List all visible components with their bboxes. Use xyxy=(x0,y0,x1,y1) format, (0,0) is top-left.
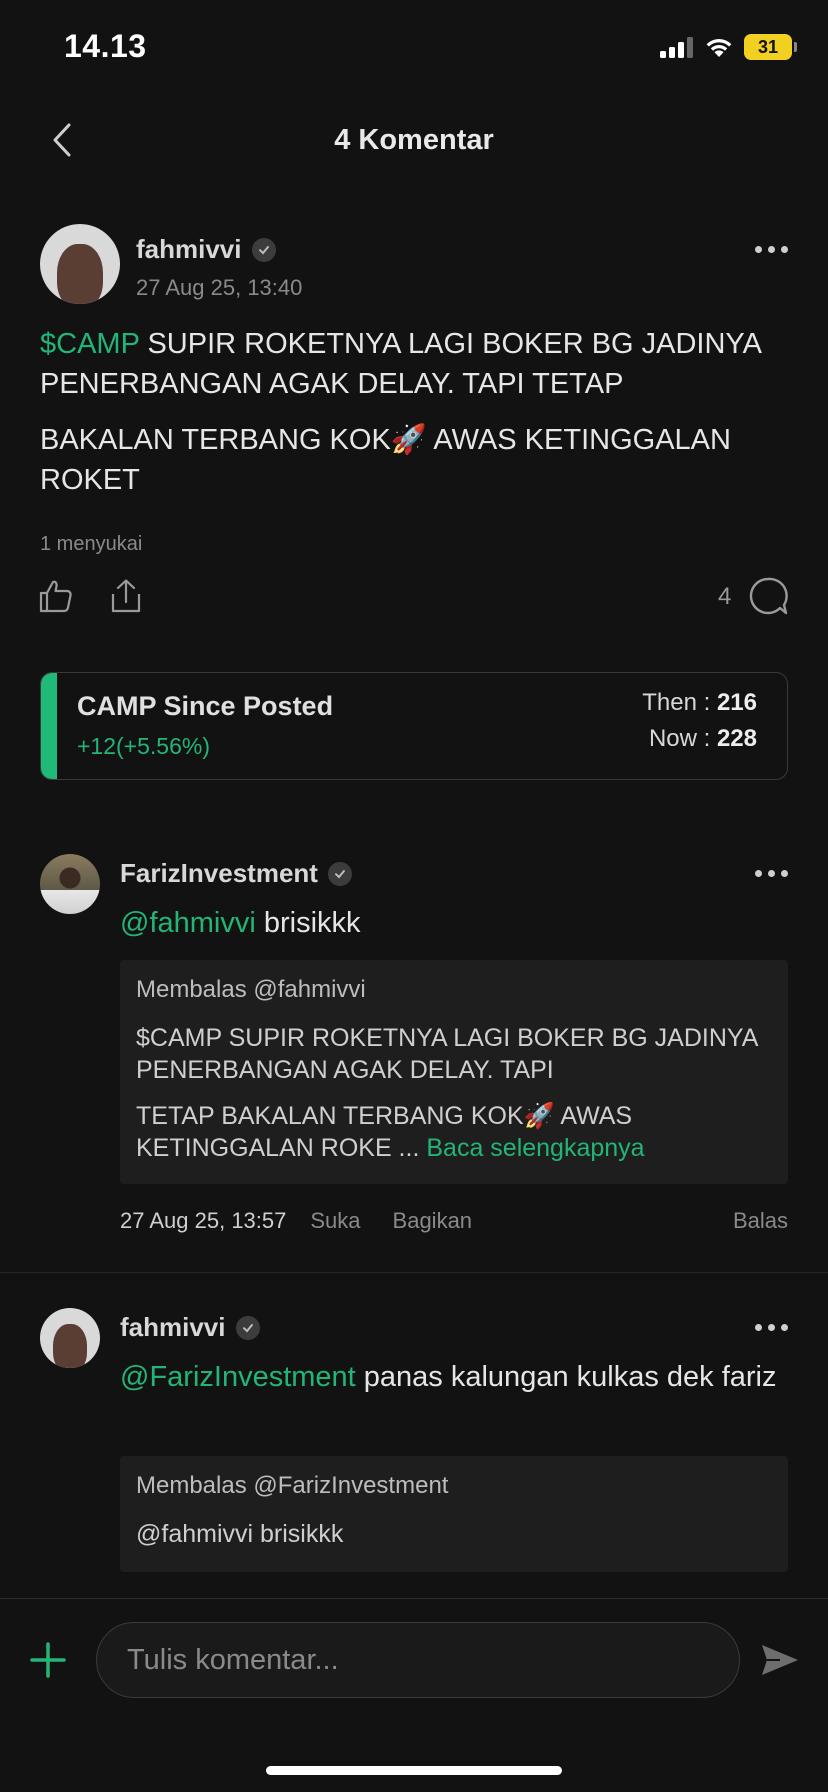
post-timestamp: 27 Aug 25, 13:40 xyxy=(136,275,303,300)
status-time: 14.13 xyxy=(64,28,147,64)
post-author-name: fahmivvi xyxy=(136,234,242,264)
wifi-icon xyxy=(706,39,732,57)
post-more-button[interactable] xyxy=(755,246,788,253)
quote-paragraph: $CAMP SUPIR ROKETNYA LAGI BOKER BG JADIN… xyxy=(136,1024,758,1084)
price-since-posted-card[interactable]: CAMP Since Posted +12(+5.56%) Then : 216… xyxy=(40,672,788,780)
read-more-link[interactable]: Baca selengkapnya xyxy=(426,1134,644,1162)
dot xyxy=(755,246,762,253)
comment-count: 4 xyxy=(718,583,732,610)
avatar[interactable] xyxy=(40,224,120,304)
reply-quote[interactable]: Membalas @fahmivvi $CAMP SUPIR ROKETNYA … xyxy=(120,960,788,1184)
share-button[interactable] xyxy=(106,576,146,616)
page-title: 4 Komentar xyxy=(334,124,494,156)
add-attachment-button[interactable] xyxy=(26,1638,70,1682)
post-text: $CAMP SUPIR ROKETNYA LAGI BOKER BG JADIN… xyxy=(40,324,800,516)
quote-paragraph: @fahmivvi brisikkk xyxy=(136,1520,344,1548)
quote-paragraph: TETAP BAKALAN TERBANG KOK🚀 AWAS KETINGGA… xyxy=(136,1100,772,1164)
card-title: CAMP Since Posted xyxy=(77,691,334,721)
mention-link[interactable]: @FarizInvestment xyxy=(120,1361,356,1393)
reply-quote-text: @fahmivvi brisikkk xyxy=(136,1518,772,1550)
dot xyxy=(781,1324,788,1331)
likes-count[interactable]: 1 menyukai xyxy=(40,533,142,556)
comment-more-button[interactable] xyxy=(755,870,788,877)
mention-link[interactable]: @fahmivvi xyxy=(120,907,256,939)
post-author[interactable]: fahmivvi xyxy=(136,234,276,265)
comment-text-rest: brisikkk xyxy=(255,907,361,939)
comment-text: @FarizInvestment panas kalungan kulkas d… xyxy=(120,1356,790,1398)
plus-icon xyxy=(30,1642,66,1678)
comment-text: @fahmivvi brisikkk xyxy=(120,902,790,944)
now-label: Now : xyxy=(648,725,717,752)
reply-quote-label: Membalas @fahmivvi xyxy=(136,976,366,1003)
comment-input[interactable]: Tulis komentar... xyxy=(96,1622,740,1698)
post-paragraph: $CAMP SUPIR ROKETNYA LAGI BOKER BG JADIN… xyxy=(40,324,800,404)
ticker-link[interactable]: $CAMP xyxy=(40,328,139,360)
comment-author-name: fahmivvi xyxy=(120,1312,226,1342)
then-value: 216 xyxy=(716,689,757,716)
avatar-figure xyxy=(57,244,103,304)
post-paragraph: BAKALAN TERBANG KOK🚀 AWAS KETINGGALAN RO… xyxy=(40,424,731,496)
post-text-line: SUPIR ROKETNYA LAGI BOKER BG JADINYA PEN… xyxy=(40,328,761,400)
comment-author[interactable]: FarizInvestment xyxy=(120,858,352,889)
comment-more-button[interactable] xyxy=(755,1324,788,1331)
comment-author[interactable]: fahmivvi xyxy=(120,1312,260,1343)
like-button[interactable] xyxy=(36,576,76,616)
verified-icon xyxy=(251,237,276,262)
comment-author-name: FarizInvestment xyxy=(120,858,318,888)
comment-button[interactable] xyxy=(746,574,790,618)
reply-quote-label: Membalas @FarizInvestment xyxy=(136,1472,449,1499)
send-icon xyxy=(762,1645,798,1675)
send-button[interactable] xyxy=(758,1638,802,1682)
price-then: Then : 216 xyxy=(642,689,757,717)
reply-quote-text: $CAMP SUPIR ROKETNYA LAGI BOKER BG JADIN… xyxy=(136,1022,772,1164)
avatar-figure xyxy=(53,1324,87,1368)
then-label: Then : xyxy=(642,689,717,716)
home-indicator[interactable] xyxy=(266,1766,562,1775)
dot xyxy=(755,870,762,877)
share-icon xyxy=(111,579,141,613)
dot xyxy=(781,870,788,877)
share-comment-button[interactable]: Bagikan xyxy=(393,1208,473,1234)
reply-quote[interactable]: Membalas @FarizInvestment @fahmivvi bris… xyxy=(120,1456,788,1572)
dot xyxy=(768,1324,775,1331)
reply-button[interactable]: Balas xyxy=(733,1208,788,1234)
dot xyxy=(755,1324,762,1331)
price-now: Now : 228 xyxy=(649,725,757,753)
comment-bubble-icon xyxy=(749,577,788,615)
battery-icon: 31 xyxy=(744,34,797,60)
avatar-photo xyxy=(40,854,100,914)
battery-level: 31 xyxy=(757,36,779,57)
verified-icon xyxy=(235,1315,260,1340)
dot xyxy=(768,246,775,253)
comment-meta: 27 Aug 25, 13:57 Suka Bagikan Balas xyxy=(120,1208,788,1234)
dot xyxy=(781,246,788,253)
price-change: +12(+5.56%) xyxy=(77,733,210,759)
like-comment-button[interactable]: Suka xyxy=(310,1208,360,1234)
now-value: 228 xyxy=(716,725,757,752)
comment-date: 27 Aug 25, 13:57 xyxy=(120,1208,287,1233)
avatar[interactable] xyxy=(40,1308,100,1368)
thumbs-up-icon xyxy=(39,580,72,613)
price-up-indicator xyxy=(41,673,57,779)
status-icons: 31 xyxy=(660,34,797,60)
signal-icon xyxy=(660,37,693,58)
divider xyxy=(0,1272,828,1273)
avatar[interactable] xyxy=(40,854,100,914)
verified-icon xyxy=(327,861,352,886)
comment-text-rest: panas kalungan kulkas dek fariz xyxy=(355,1361,777,1393)
dot xyxy=(768,870,775,877)
